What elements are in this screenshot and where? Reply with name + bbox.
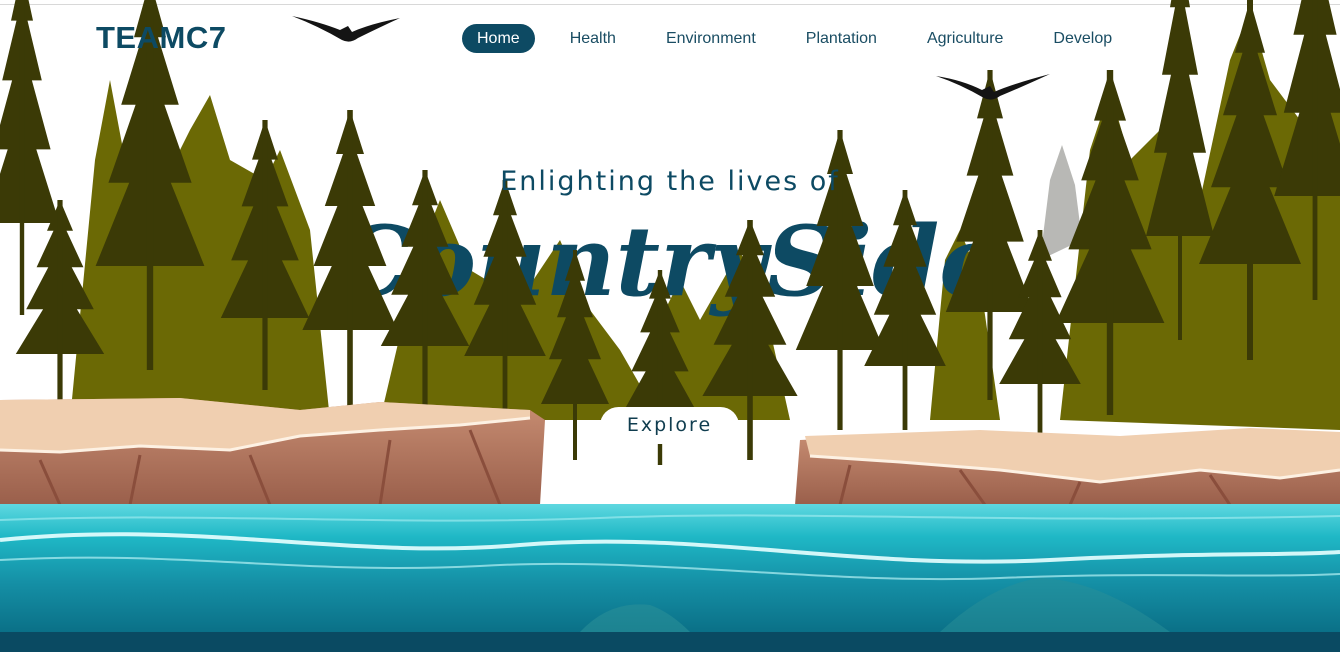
- left-cliff: [0, 398, 545, 506]
- nav-item-home[interactable]: Home: [462, 24, 535, 53]
- landscape-illustration: CountrySide: [0, 0, 1340, 634]
- nav-item-environment[interactable]: Environment: [651, 24, 771, 53]
- explore-button[interactable]: Explore: [600, 407, 739, 444]
- river: [0, 504, 1340, 634]
- bird-icon: [292, 16, 400, 42]
- nav-item-develop[interactable]: Develop: [1038, 24, 1127, 53]
- footer-bar: [0, 632, 1340, 652]
- right-cliff: [795, 428, 1340, 506]
- nav-item-health[interactable]: Health: [555, 24, 631, 53]
- brand-logo[interactable]: TEAMC7: [96, 20, 226, 56]
- nav-item-plantation[interactable]: Plantation: [791, 24, 892, 53]
- hero-tagline: Enlighting the lives of: [500, 166, 840, 197]
- nav-item-agriculture[interactable]: Agriculture: [912, 24, 1018, 53]
- main-nav: Home Health Environment Plantation Agric…: [462, 24, 1147, 53]
